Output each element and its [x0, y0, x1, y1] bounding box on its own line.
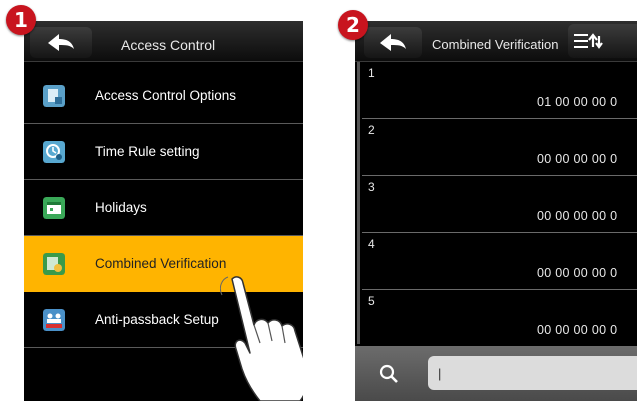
title-bar: Combined Verification — [355, 21, 637, 62]
title-bar: Access Control — [24, 21, 303, 62]
anti-passback-icon — [43, 308, 65, 331]
list-item[interactable]: 2 00 00 00 00 0 — [362, 119, 637, 176]
record-value: 00 00 00 00 0 — [537, 266, 618, 280]
step-2-badge: 2 — [338, 10, 368, 40]
menu-item-label: Time Rule setting — [95, 144, 200, 159]
sort-menu-icon — [574, 33, 603, 49]
list-item[interactable]: 4 00 00 00 00 0 — [362, 233, 637, 290]
access-options-icon — [43, 84, 65, 107]
record-value: 00 00 00 00 0 — [537, 323, 618, 337]
tap-hand-icon — [220, 276, 303, 401]
menu-item-label: Holidays — [95, 200, 147, 215]
search-icon — [379, 364, 398, 383]
holidays-calendar-icon — [43, 196, 65, 219]
sort-menu-button[interactable] — [568, 24, 637, 58]
list-item[interactable]: 5 00 00 00 00 0 — [362, 290, 637, 347]
search-input[interactable] — [428, 356, 637, 390]
list-item[interactable]: 3 00 00 00 00 0 — [362, 176, 637, 233]
menu-item-label: Combined Verification — [95, 256, 227, 271]
page-title: Access Control — [121, 37, 216, 53]
back-button[interactable] — [30, 27, 92, 58]
back-button[interactable] — [364, 27, 422, 58]
list-item[interactable]: 1 01 00 00 00 0 — [362, 62, 637, 119]
record-number: 4 — [368, 237, 375, 251]
combined-verification-icon — [43, 252, 65, 275]
search-bar — [355, 346, 637, 401]
menu-item-holidays[interactable]: Holidays — [24, 180, 303, 236]
search-button[interactable] — [373, 360, 405, 388]
access-control-screen: Access Control Access Control Options Ti… — [24, 21, 303, 401]
menu-item-label: Access Control Options — [95, 88, 237, 103]
record-value: 01 00 00 00 0 — [537, 95, 618, 109]
step-1-badge: 1 — [6, 5, 36, 35]
record-value: 00 00 00 00 0 — [537, 152, 618, 166]
page-title: Combined Verification — [432, 37, 559, 52]
record-number: 1 — [368, 66, 375, 80]
menu-item-time-rule-setting[interactable]: Time Rule setting — [24, 124, 303, 180]
record-value: 00 00 00 00 0 — [537, 209, 618, 223]
record-number: 5 — [368, 294, 375, 308]
combined-verification-screen: Combined Verification 1 01 00 00 00 0 2 … — [355, 21, 637, 401]
record-number: 3 — [368, 180, 375, 194]
back-arrow-icon — [380, 33, 406, 51]
time-rule-icon — [43, 140, 65, 163]
record-number: 2 — [368, 123, 375, 137]
scrollbar[interactable] — [357, 62, 360, 344]
menu-item-access-control-options[interactable]: Access Control Options — [24, 68, 303, 124]
menu-item-label: Anti-passback Setup — [95, 312, 219, 327]
back-arrow-icon — [48, 33, 74, 51]
